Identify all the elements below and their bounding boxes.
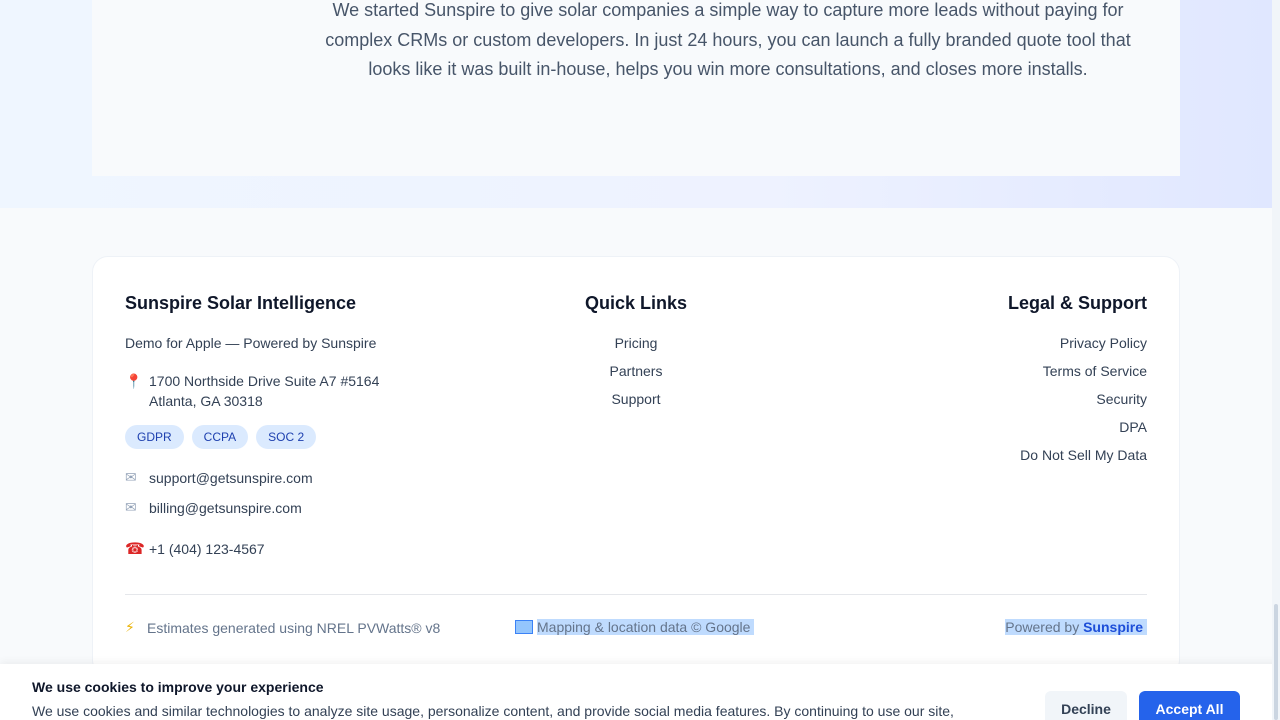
- mapping-text: Mapping & location data © Google: [537, 619, 755, 635]
- map-icon: [515, 620, 533, 634]
- link-security[interactable]: Security: [1020, 391, 1147, 419]
- support-email[interactable]: ✉ support@getsunspire.com: [125, 469, 313, 486]
- hero-section: We started Sunspire to give solar compan…: [0, 0, 1272, 208]
- footer-divider: [125, 594, 1147, 595]
- link-terms-of-service[interactable]: Terms of Service: [1020, 363, 1147, 391]
- estimates-text: Estimates generated using NREL PVWatts® …: [147, 619, 441, 636]
- footer-bottom-row: ⚡ Estimates generated using NREL PVWatts…: [125, 619, 1147, 639]
- decline-button[interactable]: Decline: [1045, 691, 1127, 720]
- link-do-not-sell[interactable]: Do Not Sell My Data: [1020, 447, 1147, 475]
- lightning-icon: ⚡: [125, 619, 135, 635]
- cookie-banner: We use cookies to improve your experienc…: [0, 664, 1280, 720]
- phone-link[interactable]: +1 (404) 123-4567: [149, 541, 265, 557]
- footer: Sunspire Solar Intelligence Quick Links …: [92, 256, 1180, 676]
- badge-soc2: SOC 2: [256, 425, 317, 449]
- cookie-title: We use cookies to improve your experienc…: [32, 679, 324, 695]
- badge-gdpr: GDPR: [125, 425, 184, 449]
- legal-links-nav: Privacy Policy Terms of Service Security…: [1020, 335, 1147, 475]
- link-dpa[interactable]: DPA: [1020, 419, 1147, 447]
- billing-email[interactable]: ✉ billing@getsunspire.com: [125, 499, 302, 516]
- powered-by: Powered by Sunspire: [1005, 619, 1147, 635]
- mail-icon: ✉: [125, 499, 137, 515]
- scrollbar-thumb[interactable]: [1274, 604, 1278, 720]
- phone-number[interactable]: ☎ +1 (404) 123-4567: [125, 539, 265, 559]
- hero-description: We started Sunspire to give solar compan…: [325, 0, 1131, 79]
- link-support[interactable]: Support: [93, 391, 1179, 419]
- powered-by-link[interactable]: Sunspire: [1083, 619, 1143, 635]
- support-email-link[interactable]: support@getsunspire.com: [149, 470, 313, 486]
- link-pricing[interactable]: Pricing: [93, 335, 1179, 363]
- cookie-body: We use cookies and similar technologies …: [32, 703, 954, 719]
- legal-support-title: Legal & Support: [1008, 293, 1147, 313]
- link-partners[interactable]: Partners: [93, 363, 1179, 391]
- phone-icon: ☎: [125, 541, 145, 558]
- badge-ccpa: CCPA: [191, 425, 249, 449]
- estimates-note: ⚡ Estimates generated using NREL PVWatts…: [125, 619, 440, 636]
- accept-all-button[interactable]: Accept All: [1139, 691, 1240, 720]
- mapping-note: Mapping & location data © Google: [515, 619, 755, 635]
- quick-links-nav: Pricing Partners Support: [93, 335, 1179, 419]
- billing-email-link[interactable]: billing@getsunspire.com: [149, 500, 302, 516]
- mail-icon: ✉: [125, 469, 137, 485]
- compliance-badges: GDPR CCPA SOC 2: [125, 425, 317, 449]
- link-privacy-policy[interactable]: Privacy Policy: [1020, 335, 1147, 363]
- page-scrollbar[interactable]: [1272, 0, 1280, 720]
- powered-by-prefix: Powered by: [1005, 619, 1084, 635]
- hero-card: We started Sunspire to give solar compan…: [92, 0, 1180, 176]
